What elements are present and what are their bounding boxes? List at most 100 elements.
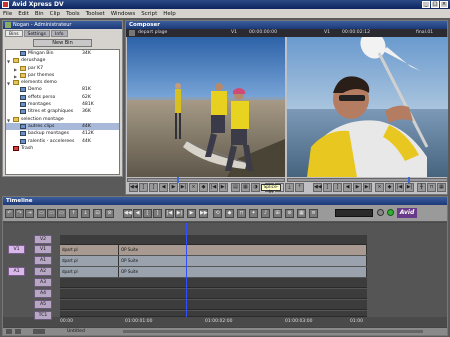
timeline-loop-icon[interactable]: ⟲ (213, 209, 222, 218)
toggle-source-record-button[interactable]: ◑ (251, 183, 260, 192)
record-position-bar[interactable] (287, 177, 448, 183)
go-to-in-button[interactable]: |◀ (209, 183, 218, 192)
list-item[interactable]: ▼ elements demo (6, 79, 119, 86)
new-bin-button[interactable]: New Bin (33, 39, 92, 47)
timeline-go-end-icon[interactable]: ▶| (175, 209, 184, 218)
list-item[interactable]: ralentis - accelerees 44K (6, 138, 119, 145)
record-rewind-button[interactable]: ◀◀ (313, 183, 322, 192)
timeline-audio-icon[interactable]: ♪ (261, 209, 270, 218)
tab-settings[interactable]: Settings (23, 30, 51, 37)
track-label[interactable]: A1 (34, 256, 52, 265)
list-item[interactable]: backup montages 412K (6, 130, 119, 137)
menu-bin[interactable]: Bin (35, 11, 44, 17)
match-frame-button[interactable]: ▤ (231, 183, 240, 192)
mark-in-button[interactable]: [ (139, 183, 148, 192)
timeline-go-start-icon[interactable]: |◀ (165, 209, 174, 218)
list-item[interactable]: ▶ par K7 (6, 65, 119, 72)
menu-edit[interactable]: Edit (18, 11, 29, 17)
record-go-to-out-button[interactable]: ▶| (405, 183, 414, 192)
timeline-clip[interactable]: OP Suite (119, 245, 367, 255)
track-lane-a5[interactable] (60, 300, 367, 310)
track-lane-a4[interactable] (60, 289, 367, 299)
timeline-clip[interactable]: dpart pl (60, 245, 119, 255)
list-item[interactable]: ▶ par themes (6, 72, 119, 79)
collapse-triangle-icon[interactable]: ▶ (14, 66, 19, 72)
menu-script[interactable]: Script (141, 11, 157, 17)
source-menu-button[interactable]: ▦ (241, 183, 250, 192)
record-mark-out-button[interactable]: ] (333, 183, 342, 192)
timeline-snap-icon[interactable]: ⊞ (273, 209, 282, 218)
segment-mode-yellow-icon[interactable]: ↷ (15, 209, 24, 218)
record-clear-marks-button[interactable]: ⨯ (375, 183, 384, 192)
menu-tools[interactable]: Tools (66, 11, 80, 17)
trim-mode-button[interactable]: ⊓ (427, 183, 436, 192)
record-mark-in-button[interactable]: [ (323, 183, 332, 192)
list-item[interactable]: effets perso 62K (6, 94, 119, 101)
timeline-split-icon[interactable]: ⊓ (237, 209, 246, 218)
expand-triangle-icon[interactable]: ▼ (7, 80, 12, 86)
timeline-mark-in-icon[interactable]: [ (143, 209, 152, 218)
timeline-grid-icon[interactable]: ▦ (297, 209, 306, 218)
record-mark-clip-button[interactable]: ◆ (385, 183, 394, 192)
track-label[interactable]: V2 (34, 235, 52, 244)
menu-clip[interactable]: Clip (50, 11, 60, 17)
timeline-clip[interactable]: dpart pl (60, 256, 119, 266)
clear-marks-button[interactable]: ⨯ (189, 183, 198, 192)
minimize-button[interactable]: _ (422, 1, 430, 8)
record-step-back-button[interactable]: ◀ (343, 183, 352, 192)
lift-overwrite-icon[interactable]: ⇥ (25, 209, 34, 218)
timeline-zoom-out-icon[interactable] (6, 329, 12, 334)
close-button[interactable]: × (440, 1, 448, 8)
menu-help[interactable]: Help (163, 11, 176, 17)
record-play-button[interactable]: ▶ (353, 183, 362, 192)
timeline-mark-icon[interactable]: ◆ (225, 209, 234, 218)
tab-info[interactable]: Info (51, 30, 68, 37)
source-track-selector[interactable]: A1 (8, 267, 25, 276)
track-lane-v1[interactable]: dpart pl OP Suite (60, 245, 367, 255)
rewind-button[interactable]: ◀◀ (129, 183, 138, 192)
menu-file[interactable]: File (3, 11, 12, 17)
add-edit-button[interactable]: ╫ (417, 183, 426, 192)
timeline-clear-icon[interactable]: ⊘ (105, 209, 114, 218)
track-lane-a1[interactable]: dpart pl OP Suite (60, 256, 367, 266)
menu-toolset[interactable]: Toolset (86, 11, 105, 17)
source-track-selector[interactable]: V1 (8, 245, 25, 254)
step-forward-button[interactable]: ▶| (179, 183, 188, 192)
timeline-playhead[interactable] (186, 223, 187, 317)
timeline-effect-icon[interactable]: ✦ (249, 209, 258, 218)
track-label[interactable]: A4 (34, 289, 52, 298)
expand-triangle-icon[interactable]: ▼ (7, 117, 12, 123)
overwrite-button[interactable]: ⤓ (285, 183, 294, 192)
add-track-icon[interactable]: ▭ (57, 209, 66, 218)
timeline-play-icon[interactable]: ▶ (187, 209, 196, 218)
expand-triangle-icon[interactable]: ▼ (7, 58, 12, 64)
track-lane-v2[interactable] (60, 235, 367, 245)
track-label[interactable]: V1 (34, 245, 52, 254)
step-back-button[interactable]: ◀ (159, 183, 168, 192)
timeline-scrollbar[interactable] (123, 330, 423, 333)
timeline-zoom-in-icon[interactable] (15, 329, 21, 334)
track-label[interactable]: TC1 (34, 311, 52, 320)
source-menu-icon[interactable] (129, 30, 135, 36)
track-label[interactable]: A2 (34, 267, 52, 276)
menu-windows[interactable]: Windows (111, 11, 136, 17)
timeline-clip[interactable]: dpart pl (60, 267, 119, 277)
timeline-splice-icon[interactable]: ↓ (81, 209, 90, 218)
timeline-next-edit-icon[interactable]: ▶▶ (199, 209, 208, 218)
record-step-forward-button[interactable]: ▶| (363, 183, 372, 192)
extract-button[interactable]: ⇡ (295, 183, 304, 192)
track-lane-a2[interactable]: dpart pl OP Suite (60, 267, 367, 277)
mark-out-button[interactable]: ] (149, 183, 158, 192)
segment-mode-red-icon[interactable]: ↶ (5, 209, 14, 218)
play-button[interactable]: ▶ (169, 183, 178, 192)
track-label[interactable]: A3 (34, 278, 52, 287)
maximize-button[interactable]: □ (431, 1, 439, 8)
list-item[interactable]: ▼ derushage (6, 57, 119, 64)
mark-clip-button[interactable]: ◆ (199, 183, 208, 192)
list-item[interactable]: ▼ selection montage (6, 116, 119, 123)
record-monitor[interactable] (287, 37, 448, 177)
list-item-selected[interactable]: autres clips 44K (6, 122, 119, 131)
timeline-clip[interactable]: OP Suite (119, 267, 367, 277)
track-lane-a3[interactable] (60, 278, 367, 288)
timeline-mark-out-icon[interactable]: ] (153, 209, 162, 218)
